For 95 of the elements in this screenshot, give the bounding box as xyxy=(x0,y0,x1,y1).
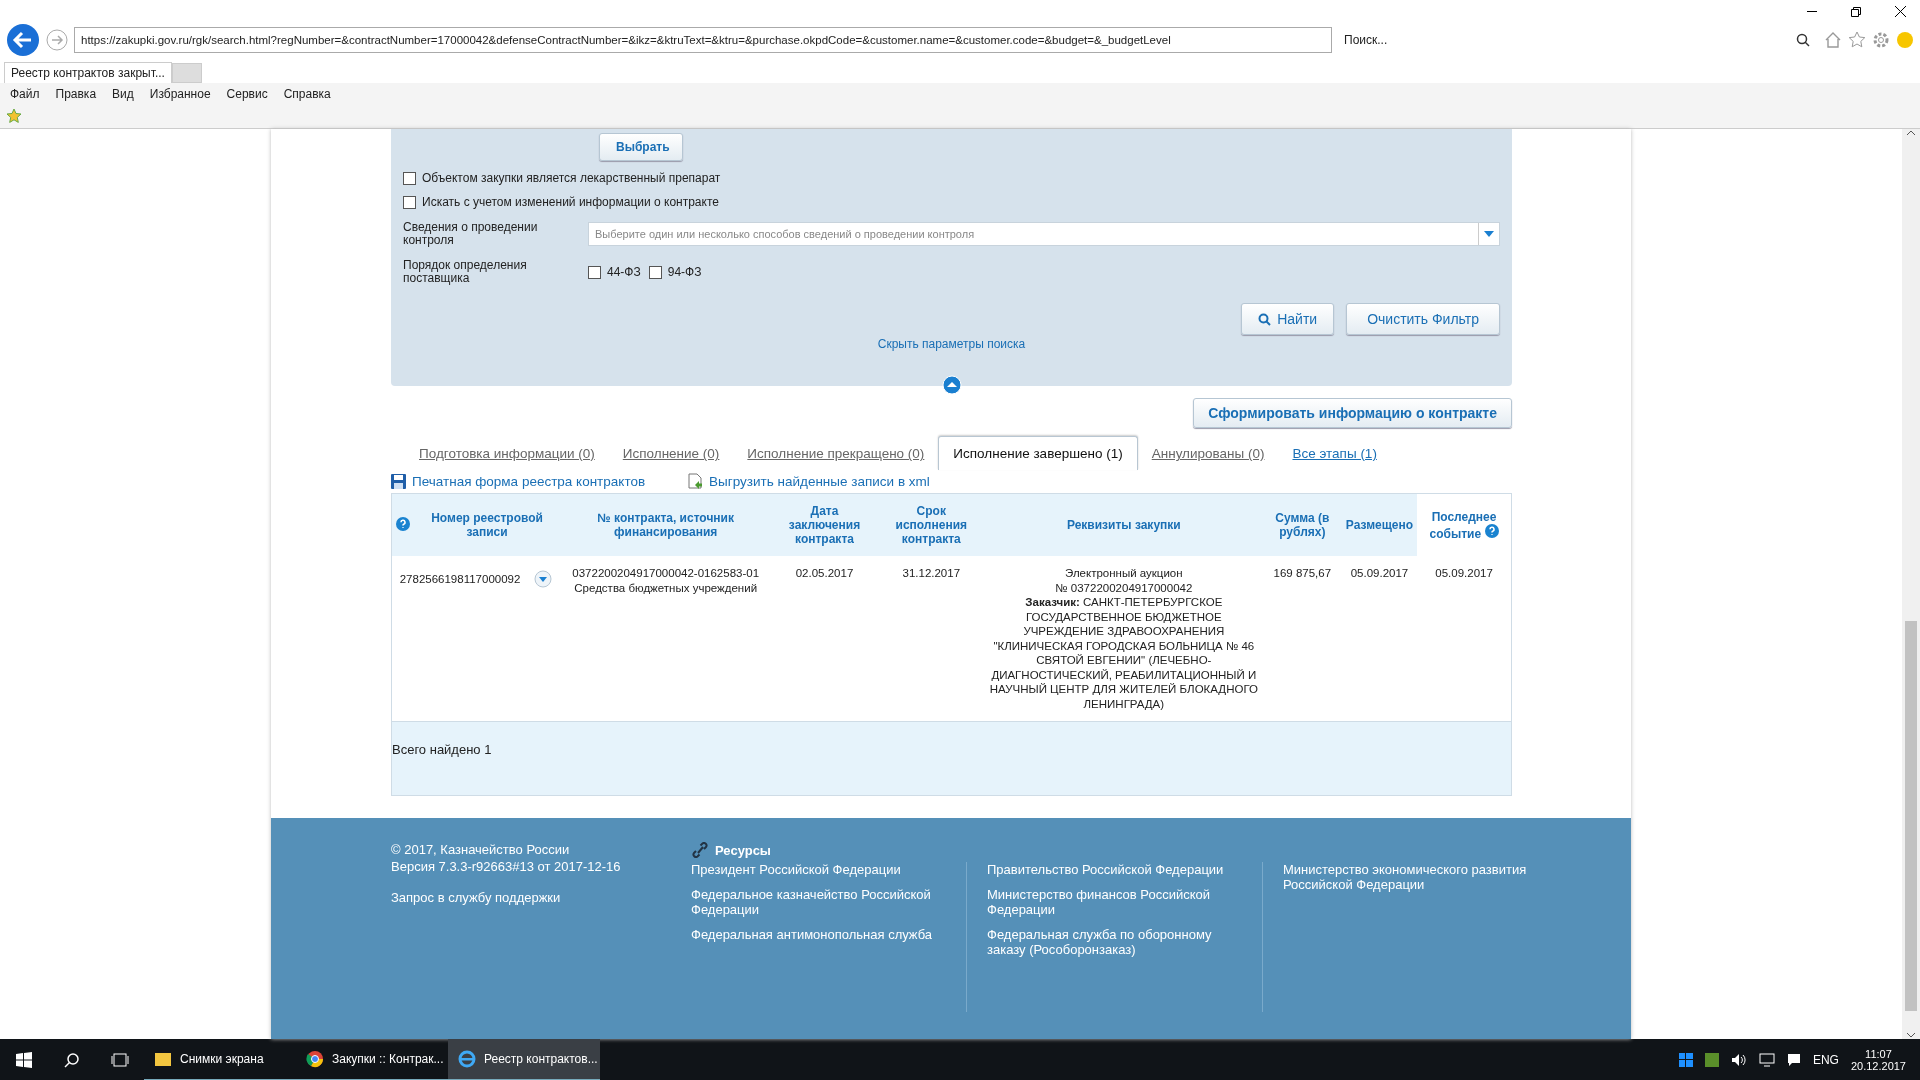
footer-link[interactable]: Правительство Российской Федерации xyxy=(987,862,1242,877)
scroll-down-icon[interactable] xyxy=(1906,1031,1916,1039)
help-icon[interactable] xyxy=(1484,523,1499,538)
taskbar-app[interactable]: Реестр контрактов... xyxy=(448,1039,600,1080)
search-icon[interactable] xyxy=(1796,32,1810,47)
menu-item[interactable]: Файл xyxy=(10,86,40,101)
clear-filter-button[interactable]: Очистить Фильтр xyxy=(1346,303,1500,335)
document-arrow-icon[interactable] xyxy=(687,473,704,489)
minimize-icon[interactable] xyxy=(1807,10,1817,13)
clock[interactable]: 11:07 20.12.2017 xyxy=(1850,1048,1906,1072)
home-icon[interactable] xyxy=(1824,30,1842,49)
tab[interactable]: Исполнение завершено (1) xyxy=(938,436,1138,470)
checkbox[interactable] xyxy=(588,265,601,279)
generate-contract-info-button[interactable]: Сформировать информацию о контракте xyxy=(1193,398,1512,428)
menu-item[interactable]: Правка xyxy=(55,86,97,101)
checkbox-label: 94-ФЗ xyxy=(667,265,702,279)
footer-link[interactable]: Президент Российской Федерации xyxy=(691,862,946,877)
checkbox[interactable] xyxy=(403,195,416,209)
checkbox[interactable] xyxy=(648,265,662,279)
checkbox-label: Объектом закупки является лекарственный препарат xyxy=(422,171,721,185)
dropdown-icon[interactable] xyxy=(1484,231,1494,237)
footer-link[interactable]: Федеральная антимонопольная служба xyxy=(691,927,946,942)
scrollbar[interactable] xyxy=(1902,129,1920,1039)
control-select[interactable]: Выберите один или несколько способов сведений о проведении контроля xyxy=(588,222,1500,246)
address-bar[interactable]: https://zakupki.gov.ru/rgk/search.html?regNumber=&contractNumber=17000042&defenseContractNumber=&ikz=&ktruText=&ktru=&purchase.okpdCode=&customer.name=&customer.code=&budget=&_budgetLevel xyxy=(74,26,1332,53)
search-icon[interactable] xyxy=(64,1052,80,1068)
print-form-link[interactable]: Печатная форма реестра контрактов xyxy=(412,473,646,489)
tab[interactable]: Аннулированы (0) xyxy=(1137,437,1279,470)
table-cell: 02.05.2017 xyxy=(771,556,878,722)
collapse-icon[interactable] xyxy=(941,375,962,395)
task-view-icon[interactable] xyxy=(111,1053,129,1067)
network-icon[interactable] xyxy=(1758,1053,1775,1067)
table-cell: 05.09.2017 xyxy=(1341,556,1418,722)
hide-search-link[interactable]: Скрыть параметры поиска xyxy=(877,337,1026,351)
tab[interactable]: Исполнение прекращено (0) xyxy=(733,437,939,470)
menu-item[interactable]: Сервис xyxy=(226,86,268,101)
language-indicator[interactable]: ENG xyxy=(1812,1053,1839,1067)
start-icon[interactable] xyxy=(16,1052,32,1068)
tray-app-icon[interactable] xyxy=(1704,1053,1719,1067)
expand-icon[interactable] xyxy=(534,570,553,588)
scroll-up-icon[interactable] xyxy=(1906,129,1916,137)
folder-icon xyxy=(154,1051,172,1067)
footer-link[interactable]: Федеральное казначейство Российской Федерации xyxy=(691,887,946,917)
help-icon[interactable] xyxy=(396,516,410,531)
total-found: Всего найдено 1 xyxy=(392,742,492,757)
checkbox[interactable] xyxy=(403,171,416,185)
browser-tab[interactable]: Реестр контрактов закрыт... xyxy=(4,61,172,83)
column-header[interactable]: Дата заключения контракта xyxy=(771,493,878,556)
footer-link[interactable]: Министерство экономического развития Российской Федерации xyxy=(1283,862,1538,892)
back-icon[interactable] xyxy=(6,22,40,57)
close-icon[interactable] xyxy=(1895,6,1906,17)
restore-icon[interactable] xyxy=(1851,6,1861,17)
support-link[interactable]: Запрос в службу поддержки xyxy=(391,890,651,905)
column-header[interactable]: Номер реестровой записи xyxy=(414,493,561,556)
copyright: © 2017, Казначейство России xyxy=(391,842,571,857)
field-label: Сведения о проведении контроля xyxy=(403,221,539,247)
table-cell: Электронный аукцион № 0372200204917000042 Заказчик: САНКТ-ПЕТЕРБУРГСКОЕ ГОСУДАРСТВЕННОЕ БЮДЖЕТНОЕ УЧРЕЖДЕНИЕ ЗДРАВООХРАНЕНИЯ "КЛИНИЧЕСКАЯ ГОРОДСКАЯ БОЛЬНИЦА № 46 СВЯТОЙ ЕВГЕНИИ" (ЛЕЧЕБНО-ДИАГНОСТИЧЕСКИЙ, РЕАБИЛИТАЦИОННЫЙ И НАУЧНЫЙ ЦЕНТР ДЛЯ ЖИТЕЛЕЙ БЛОКАДНОГО ЛЕНИНГРАДА) xyxy=(988,566,1259,711)
column-header[interactable]: № контракта, источник финансирования xyxy=(560,493,772,556)
taskbar-app[interactable]: Снимки экрана xyxy=(144,1039,296,1080)
volume-icon[interactable] xyxy=(1730,1053,1747,1067)
column-header[interactable]: Последнее событие xyxy=(1417,493,1512,556)
table-cell: 2782566198117000092 xyxy=(399,571,521,587)
table-cell: 31.12.2017 xyxy=(877,556,985,722)
choose-button[interactable]: Выбрать xyxy=(599,133,683,161)
link-icon xyxy=(691,842,709,858)
favorites-star-icon[interactable] xyxy=(6,108,22,125)
footer-link[interactable]: Федеральная служба по оборонному заказу (Рособоронзаказ) xyxy=(987,927,1242,957)
message-icon[interactable] xyxy=(1786,1053,1801,1067)
menu-item[interactable]: Вид xyxy=(112,86,134,101)
table-cell: 05.09.2017 xyxy=(1417,556,1512,722)
checkbox-label: 44-ФЗ xyxy=(607,265,641,279)
version-text: Версия 7.3.3-r92663#13 от 2017-12-16 xyxy=(391,859,622,874)
export-xml-link[interactable]: Выгрузить найденные записи в xml xyxy=(709,473,930,489)
search-icon xyxy=(1258,312,1272,326)
tab[interactable]: Все этапы (1) xyxy=(1278,437,1391,470)
column-header[interactable]: Реквизиты закупки xyxy=(984,493,1263,556)
field-label: Порядок определения поставщика xyxy=(403,259,528,285)
globe-icon xyxy=(306,1050,324,1068)
table-cell: 169 875,67 xyxy=(1262,556,1342,722)
footer-link[interactable]: Министерство финансов Российской Федерации xyxy=(987,887,1242,917)
find-button[interactable]: Найти xyxy=(1241,303,1335,335)
checkbox-label: Искать с учетом изменений информации о контракте xyxy=(422,195,719,209)
windows-logo-icon[interactable] xyxy=(1678,1053,1693,1067)
table-cell-text: 0372200204917000042-0162583-01 Средства бюджетных учреждений xyxy=(571,566,761,595)
menu-item[interactable]: Избранное xyxy=(149,86,211,101)
e-icon xyxy=(458,1050,476,1068)
column-header[interactable]: Размещено xyxy=(1341,493,1418,556)
resources-title: Ресурсы xyxy=(715,842,771,858)
settings-icon[interactable] xyxy=(1872,30,1890,49)
tab[interactable]: Подготовка информации (0) xyxy=(405,437,609,470)
menu-item[interactable]: Справка xyxy=(283,86,331,101)
column-header[interactable]: Срок исполнения контракта xyxy=(877,493,985,556)
column-header[interactable]: Сумма (в рублях) xyxy=(1262,493,1342,556)
tab[interactable]: Исполнение (0) xyxy=(608,437,734,470)
star-icon[interactable] xyxy=(1848,30,1866,49)
